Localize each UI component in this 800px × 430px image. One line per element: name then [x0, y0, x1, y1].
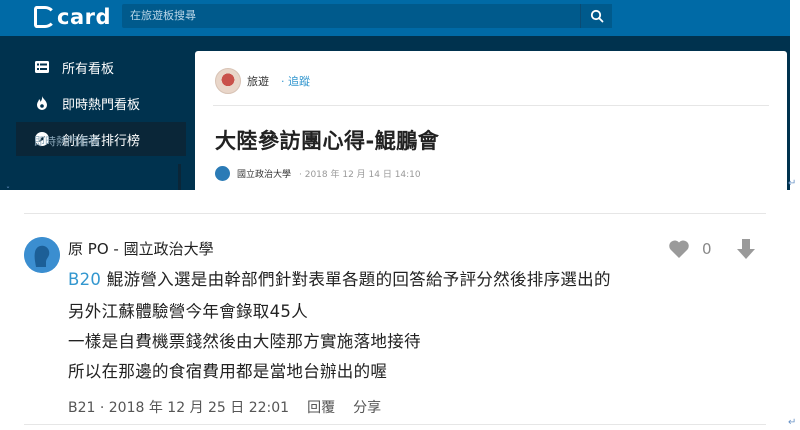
- logo-text: card: [57, 5, 112, 29]
- heart-icon[interactable]: [668, 239, 690, 259]
- list-icon: [34, 59, 50, 75]
- post-title: 大陸參訪團心得-鯤鵬會: [215, 129, 440, 153]
- top-bar: card 在旅遊板搜尋: [0, 0, 790, 36]
- comment-line: 一樣是自費機票錢然後由大陸那方實施落地接待: [68, 332, 421, 351]
- sidebar-item-all-boards[interactable]: 所有看板: [16, 50, 186, 84]
- dcard-logo[interactable]: card: [34, 3, 111, 31]
- sidebar: 所有看板 即時熱門看板 創作者排行榜: [0, 36, 190, 190]
- comment-line: B20 鯤游營入選是由幹部們針對表單各題的回答給予評分然後排序選出的: [68, 266, 611, 290]
- post-date: · 2018 年 12 月 14 日 14:10: [299, 170, 421, 180]
- comment-line: 所以在那邊的食宿費用都是當地台辦出的喔: [68, 362, 388, 381]
- logo-mark-icon: [34, 6, 56, 28]
- comment-line: 另外江蘇體驗營今年會錄取45人: [68, 302, 308, 321]
- search-input[interactable]: 在旅遊板搜尋: [122, 4, 582, 28]
- comment-footer: B21 · 2018 年 12 月 25 日 22:01 回覆 分享: [68, 397, 399, 417]
- comment-author: 原 PO - 國立政治大學: [68, 240, 214, 258]
- comment-meta: B21 · 2018 年 12 月 25 日 22:01: [68, 400, 290, 416]
- divider: [24, 213, 766, 214]
- search-button[interactable]: [580, 4, 612, 28]
- divider: [213, 105, 769, 106]
- arrow-down-icon[interactable]: [736, 237, 756, 261]
- post-card: 旅遊 · 追蹤 大陸參訪團心得-鯤鵬會 國立政治大學 · 2018 年 12 月…: [195, 51, 787, 190]
- comment-text: 鯤游營入選是由幹部們針對表單各題的回答給予評分然後排序選出的: [101, 270, 611, 289]
- like-count: 0: [702, 240, 712, 258]
- sidebar-scrollbar[interactable]: [178, 164, 181, 190]
- floor-tag-link[interactable]: B20: [68, 270, 101, 289]
- return-mark-icon: ↵: [788, 417, 797, 428]
- sidebar-section-heading: 即時熱門看板: [34, 135, 100, 148]
- flame-icon: [34, 95, 50, 111]
- sidebar-item-label: 所有看板: [62, 61, 115, 77]
- search-icon: [590, 9, 603, 23]
- sidebar-item-label: 即時熱門看板: [62, 97, 141, 113]
- sidebar-item-hot-boards[interactable]: 即時熱門看板: [16, 86, 186, 120]
- caret-mark-icon: ˇ: [6, 186, 10, 195]
- board-avatar[interactable]: [215, 68, 241, 94]
- board-name[interactable]: 旅遊: [247, 73, 269, 89]
- author-school: 國立政治大學: [237, 170, 292, 180]
- return-mark-icon: ↵: [788, 178, 797, 189]
- follow-link[interactable]: · 追蹤: [281, 73, 310, 89]
- share-button[interactable]: 分享: [353, 397, 381, 417]
- divider: [24, 424, 766, 425]
- reply-button[interactable]: 回覆: [307, 397, 335, 417]
- author-avatar: [215, 166, 230, 181]
- commenter-avatar: [24, 237, 60, 273]
- forum-screenshot: card 在旅遊板搜尋 所有看板 即時熱門看板 創作者排行榜 即時熱門看板 旅遊…: [0, 0, 790, 190]
